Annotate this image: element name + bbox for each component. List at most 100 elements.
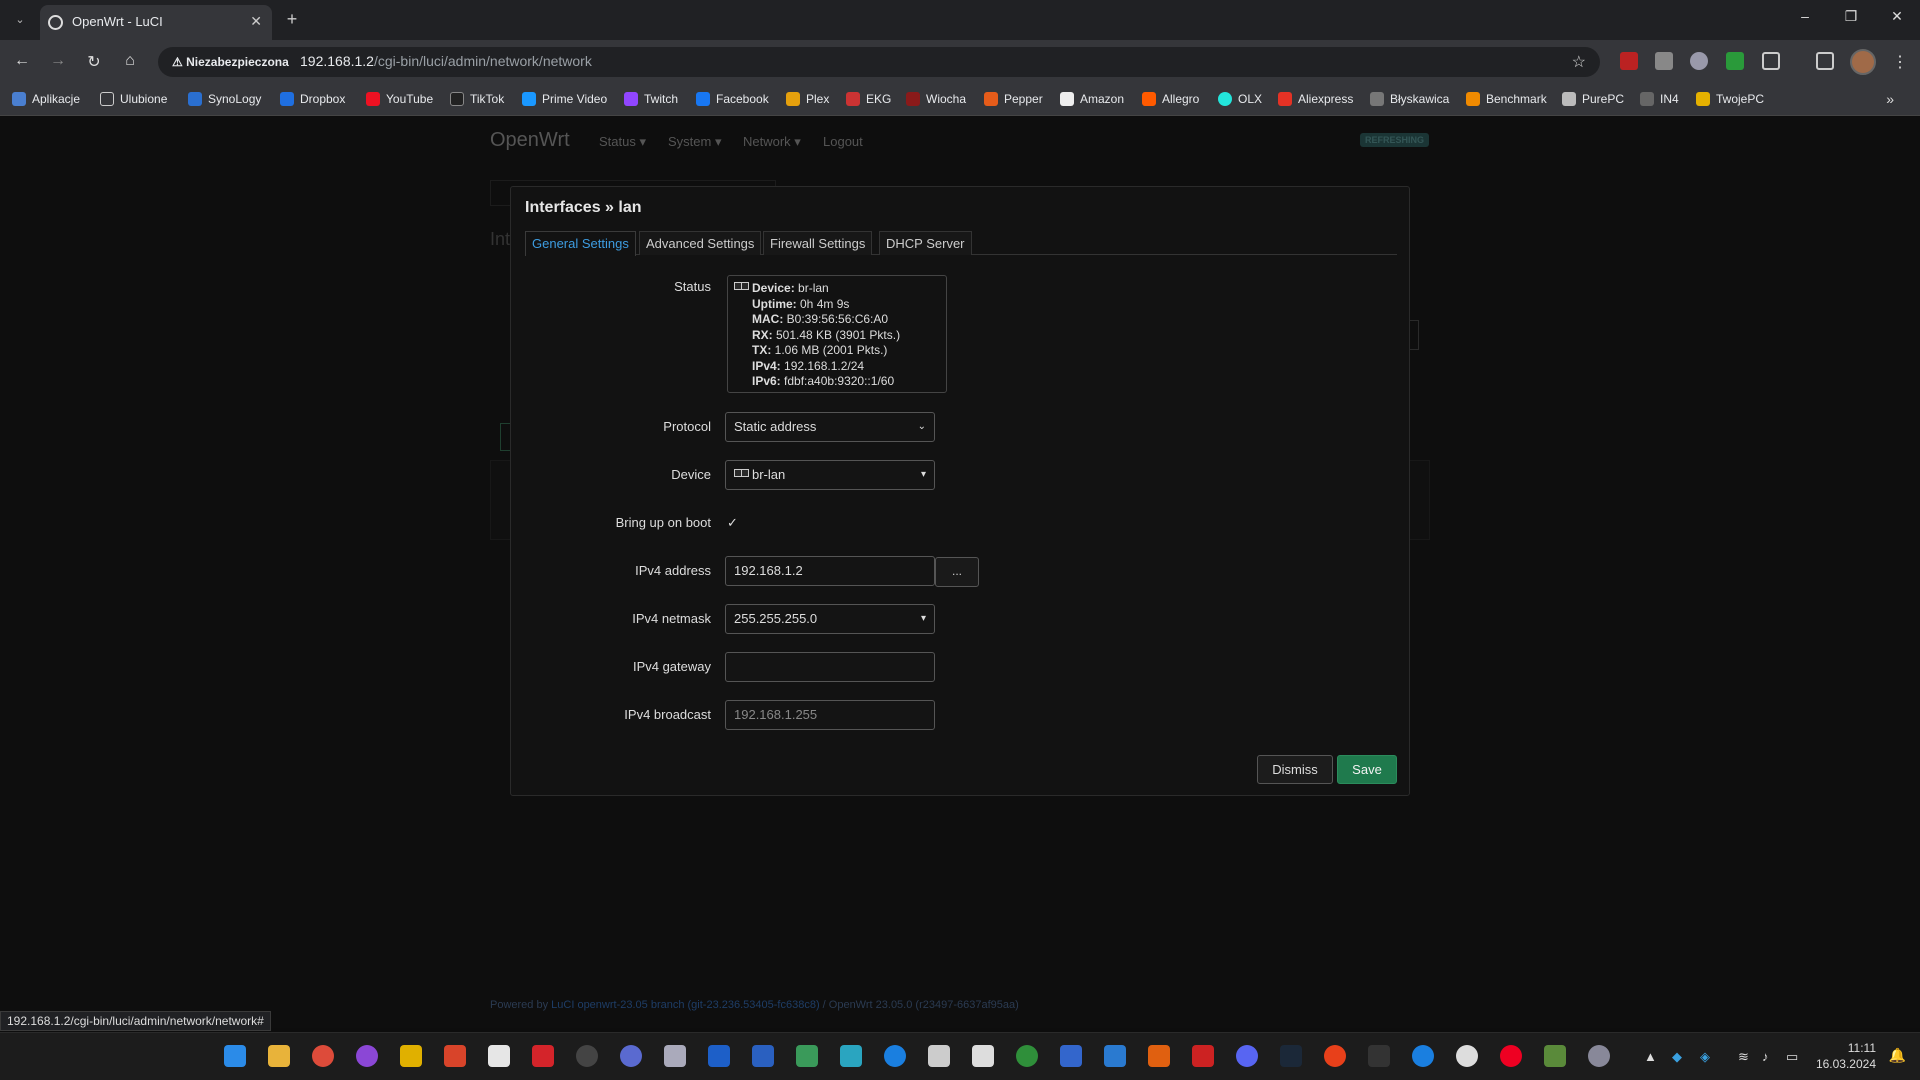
tab-firewall-settings[interactable]: Firewall Settings [763,231,873,255]
profile-avatar[interactable] [1850,49,1876,75]
dismiss-button[interactable]: Dismiss [1257,755,1333,784]
app-icon[interactable] [1500,1045,1522,1067]
extension-icon[interactable] [1655,52,1673,70]
menu-system[interactable]: System ▾ [668,134,721,150]
back-icon[interactable]: ← [12,52,32,70]
browser-tab[interactable]: OpenWrt - LuCI ✕ [40,5,272,40]
epic-games-icon[interactable] [1368,1045,1390,1067]
bookmark-tiktok[interactable]: TikTok [450,92,504,106]
tab-close-icon[interactable]: ✕ [250,13,262,30]
volume-icon[interactable]: ♪ [1762,1049,1769,1064]
ipv4-address-more-button[interactable]: ... [935,557,979,587]
app-icon[interactable] [1104,1045,1126,1067]
shield-icon[interactable] [1690,52,1708,70]
shield-icon[interactable]: ◆ [1672,1049,1682,1065]
download-icon[interactable] [1726,52,1744,70]
bookmark-twitch[interactable]: Twitch [624,92,678,106]
app-icon[interactable] [796,1045,818,1067]
app-icon[interactable] [400,1045,422,1067]
file-explorer-icon[interactable] [268,1045,290,1067]
tab-search-icon[interactable]: ⌄ [10,10,30,30]
bookmark-pepper[interactable]: Pepper [984,92,1043,106]
security-warning[interactable]: ⚠ Niezabezpieczona [166,52,297,72]
app-icon[interactable] [620,1045,642,1067]
close-window-button[interactable]: ✕ [1874,8,1920,25]
device-dropdown[interactable]: br-lan ▾ [725,460,935,490]
app-icon[interactable] [532,1045,554,1067]
clock[interactable]: 11:11 16.03.2024 [1816,1040,1876,1072]
bookmark-allegro[interactable]: Allegro [1142,92,1199,106]
settings-icon[interactable] [1588,1045,1610,1067]
app-icon[interactable] [576,1045,598,1067]
bookmark-dropbox[interactable]: Dropbox [280,92,345,106]
bookmark-synology[interactable]: SynoLogy [188,92,261,106]
tab-advanced-settings[interactable]: Advanced Settings [639,231,762,255]
bookmark-star-icon[interactable]: ☆ [1572,52,1586,72]
start-icon[interactable] [224,1045,246,1067]
minecraft-icon[interactable] [1544,1045,1566,1067]
bookmark-youtube[interactable]: YouTube [366,92,433,106]
app-icon[interactable] [972,1045,994,1067]
app-icon[interactable] [752,1045,774,1067]
save-button[interactable]: Save [1337,755,1397,784]
bookmark-purepc[interactable]: PurePC [1562,92,1624,106]
bookmark-facebook[interactable]: Facebook [696,92,769,106]
notification-bell-icon[interactable]: 🔔 [1889,1047,1906,1064]
refreshing-badge[interactable]: REFRESHING [1360,133,1430,147]
restore-button[interactable]: ❐ [1828,8,1874,25]
app-icon[interactable] [840,1045,862,1067]
menu-network[interactable]: Network ▾ [743,134,801,150]
bookmark-benchmark[interactable]: Benchmark [1466,92,1547,106]
nvidia-icon[interactable]: ▲ [1644,1049,1657,1064]
forward-icon[interactable]: → [48,52,68,70]
tab-general-settings[interactable]: General Settings [525,231,636,256]
menu-logout[interactable]: Logout [823,134,863,149]
ipv4-gateway-input[interactable] [725,652,935,682]
chrome-icon[interactable] [312,1045,334,1067]
bookmark-ekg[interactable]: EKG [846,92,891,106]
app-icon[interactable] [1148,1045,1170,1067]
bookmark-blyskawica[interactable]: Błyskawica [1370,92,1449,106]
ipv4-address-input[interactable]: 192.168.1.2 [725,556,935,586]
bookmark-wiocha[interactable]: Wiocha [906,92,966,106]
openwrt-brand[interactable]: OpenWrt [490,129,570,152]
app-icon[interactable] [708,1045,730,1067]
extensions-puzzle-icon[interactable] [1762,52,1780,70]
address-bar[interactable]: ⚠ Niezabezpieczona 192.168.1.2/cgi-bin/l… [158,47,1600,77]
footer-luci-link[interactable]: LuCI openwrt-23.05 branch (git-23.236.53… [551,999,819,1011]
bookmark-apps[interactable]: Aplikacje [12,92,80,106]
reload-icon[interactable]: ↻ [84,52,104,72]
app-icon[interactable] [356,1045,378,1067]
bookmark-olx[interactable]: OLX [1218,92,1262,106]
battery-icon[interactable]: ▭ [1786,1049,1798,1065]
menu-status[interactable]: Status ▾ [599,134,646,150]
app-icon[interactable] [884,1045,906,1067]
ea-icon[interactable] [1324,1045,1346,1067]
side-panel-icon[interactable] [1816,52,1834,70]
security-icon[interactable]: ◈ [1700,1049,1710,1065]
app-icon[interactable] [664,1045,686,1067]
bookmark-plex[interactable]: Plex [786,92,829,106]
app-icon[interactable] [444,1045,466,1067]
tab-dhcp-server[interactable]: DHCP Server [879,231,972,255]
minimize-button[interactable]: – [1782,8,1828,24]
bookmark-primevideo[interactable]: Prime Video [522,92,607,106]
url-text[interactable]: 192.168.1.2/cgi-bin/luci/admin/network/n… [300,53,592,69]
bookmark-folder[interactable]: Ulubione [100,92,167,106]
app-icon[interactable] [1456,1045,1478,1067]
menu-kebab-icon[interactable]: ⋮ [1892,52,1908,72]
app-icon[interactable] [1192,1045,1214,1067]
ublock-icon[interactable] [1620,52,1638,70]
bookmark-twojepc[interactable]: TwojePC [1696,92,1764,106]
app-icon[interactable] [1016,1045,1038,1067]
wifi-icon[interactable]: ≋ [1738,1049,1749,1065]
ipv4-broadcast-input[interactable]: 192.168.1.255 [725,700,935,730]
bookmark-amazon[interactable]: Amazon [1060,92,1124,106]
ipv4-netmask-dropdown[interactable]: 255.255.255.0 ▾ [725,604,935,634]
discord-icon[interactable] [1236,1045,1258,1067]
new-tab-button[interactable]: + [280,8,304,32]
app-icon[interactable] [1060,1045,1082,1067]
home-icon[interactable]: ⌂ [120,52,140,70]
app-icon[interactable] [928,1045,950,1067]
steam-icon[interactable] [1280,1045,1302,1067]
